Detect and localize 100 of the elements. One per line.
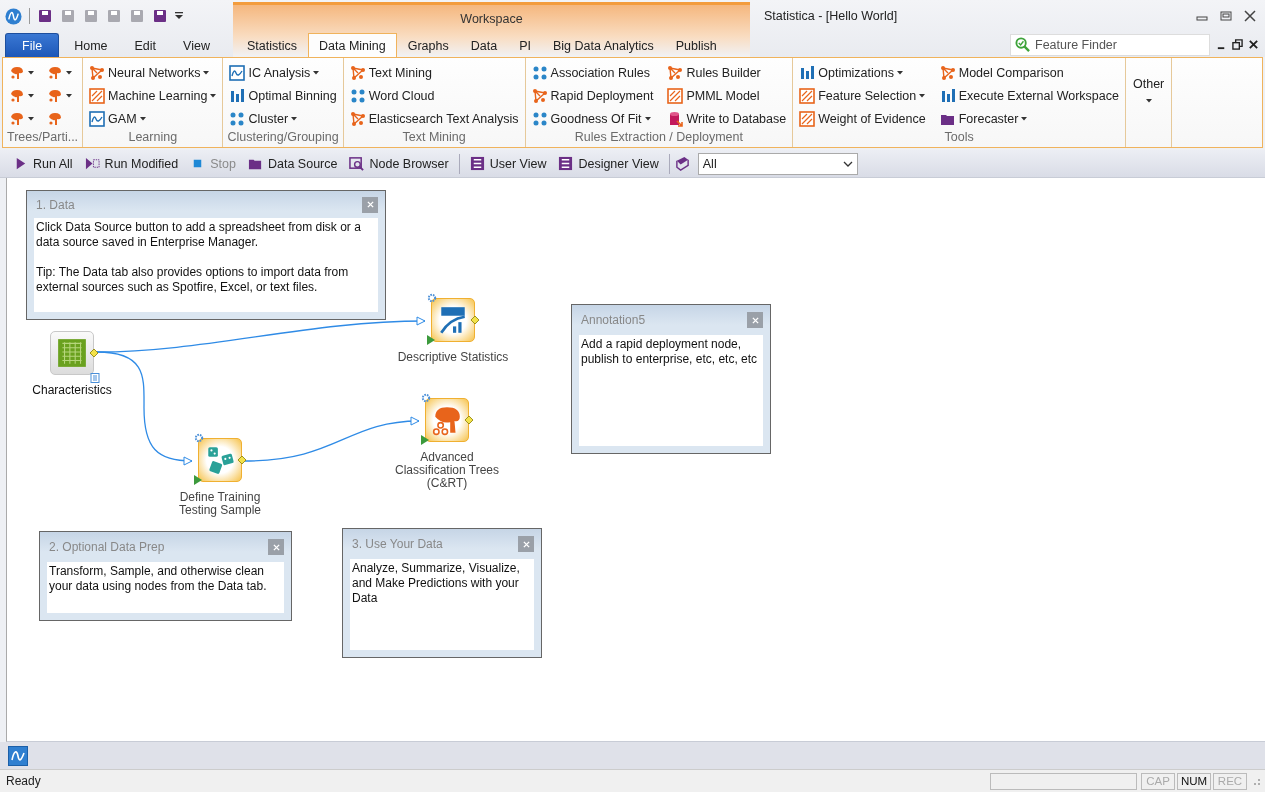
ribbon-tab[interactable]: Publish: [664, 33, 728, 57]
workspace-tab-icon[interactable]: [8, 745, 28, 766]
ribbon-button[interactable]: Rules Builder: [665, 61, 789, 84]
other-menu-button[interactable]: Other: [1130, 77, 1168, 117]
document-icon[interactable]: [90, 373, 100, 383]
annotation-box[interactable]: [26, 190, 386, 320]
dots-icon: [229, 110, 246, 127]
status-text: Ready: [6, 774, 42, 788]
ribbon-button[interactable]: Weight of Evidence: [797, 107, 928, 130]
file-menu-tab[interactable]: File: [5, 33, 60, 57]
play-icon[interactable]: [427, 335, 435, 345]
gear-icon[interactable]: [421, 393, 431, 403]
network-icon: [531, 87, 548, 104]
toolbar-button[interactable]: Designer View: [553, 156, 664, 171]
tree-icon: [431, 404, 463, 436]
tree-icon: [46, 64, 63, 81]
bar-chart-icon: [229, 87, 246, 104]
run-modified-icon: [84, 156, 100, 171]
ribbon-button[interactable]: Association Rules: [529, 61, 656, 84]
annotation-text: Transform, Sample, and otherwise clean your data using nodes from the Data tab.: [49, 564, 268, 594]
output-port-icon[interactable]: [238, 456, 246, 464]
toolbar-button[interactable]: Data Source: [243, 156, 343, 171]
annotation-box[interactable]: 3. Use Your Data Analyze, Summarize, Visualize, and Make Predictions with your Data: [342, 528, 542, 658]
ribbon-button[interactable]: Word Cloud: [347, 84, 521, 107]
ribbon-button[interactable]: Neural Networks: [87, 61, 219, 84]
ribbon-group-label: Rules Extraction / Deployment: [573, 130, 744, 146]
ribbon-tab[interactable]: Home: [59, 33, 120, 57]
ribbon-button[interactable]: Feature Selection: [797, 84, 928, 107]
tree-icon: [9, 87, 25, 104]
close-button[interactable]: [268, 539, 284, 555]
ribbon-button[interactable]: Text Mining: [347, 61, 521, 84]
gear-icon[interactable]: [194, 433, 204, 443]
annotation-title: 1. Data: [35, 197, 75, 212]
contextual-group-label: Workspace: [459, 10, 524, 28]
annotation-text: Analyze, Summarize, Visualize, and Make Predictions with your Data: [352, 561, 521, 606]
key-indicator: CAP: [1141, 772, 1175, 790]
view-filter-dropdown[interactable]: All: [697, 152, 858, 175]
app-logo-icon[interactable]: [5, 7, 22, 25]
hatched-square-icon: [799, 110, 816, 127]
window-title: Statistica - [Hello World]: [763, 9, 899, 23]
feature-finder-field[interactable]: Feature Finder: [1033, 36, 1207, 53]
analysis-node[interactable]: [425, 398, 469, 442]
dots-icon: [531, 110, 548, 127]
ribbon-button[interactable]: Execute External Workspace: [937, 84, 1121, 107]
ribbon-button[interactable]: IC Analysis: [227, 61, 339, 84]
ribbon-tab[interactable]: Graphs: [396, 33, 460, 57]
annotation-box[interactable]: Annotation5 Add a rapid deployment node, publish to enterprise, etc, etc, etc: [571, 304, 771, 454]
toolbar-button[interactable]: User View: [464, 156, 552, 171]
analysis-node[interactable]: [198, 438, 242, 482]
ribbon-button[interactable]: Cluster: [227, 107, 339, 130]
toolbar-button[interactable]: Run All: [8, 156, 78, 171]
ribbon-button[interactable]: GAM: [87, 107, 219, 130]
annotation-text: Click Data Source button to add a spreadsheet from disk or a data source saved in Enterprise Manager.: [36, 220, 362, 250]
database-icon: [667, 110, 684, 127]
close-icon[interactable]: [1248, 39, 1259, 50]
toolbar-button[interactable]: Run Modified: [79, 156, 184, 171]
ribbon-button[interactable]: Rapid Deployment: [529, 84, 656, 107]
dots-icon: [531, 64, 548, 81]
toolbar-button[interactable]: Node Browser: [344, 156, 454, 171]
close-button[interactable]: [518, 536, 534, 552]
hatched-square-icon: [799, 87, 816, 104]
ribbon-button[interactable]: Goodness Of Fit: [529, 107, 656, 130]
ribbon-tab[interactable]: Big Data Analytics: [541, 33, 665, 57]
close-icon: [522, 540, 530, 548]
output-port-icon[interactable]: [465, 416, 473, 424]
ribbon-button[interactable]: Optimizations: [797, 61, 928, 84]
output-port-icon[interactable]: [471, 316, 479, 324]
annotation-box[interactable]: 2. Optional Data Prep Transform, Sample, and otherwise clean your data using nodes from the Data tab.: [39, 531, 292, 621]
output-port-icon[interactable]: [90, 349, 98, 357]
ribbon-button[interactable]: Model Comparison: [937, 61, 1121, 84]
annotation-title: 2. Optional Data Prep: [48, 540, 165, 554]
search-icon: [1015, 37, 1030, 52]
feature-finder-box[interactable]: Feature Finder: [1010, 33, 1210, 56]
ribbon-button[interactable]: Forecaster: [937, 107, 1121, 130]
save-icon[interactable]: [37, 8, 53, 24]
gear-icon[interactable]: [427, 293, 437, 303]
analysis-node[interactable]: [431, 298, 475, 342]
play-icon[interactable]: [194, 475, 202, 485]
ribbon-button[interactable]: Write to Database: [665, 107, 789, 130]
ribbon-tab[interactable]: Data Mining: [308, 33, 397, 57]
resize-grip-icon[interactable]: [1251, 776, 1261, 786]
ribbon-tab[interactable]: Edit: [119, 33, 169, 57]
node-browser-icon: [349, 156, 365, 171]
ribbon-button[interactable]: Machine Learning: [87, 84, 219, 107]
network-icon: [349, 110, 366, 127]
restore-icon[interactable]: [1232, 39, 1243, 50]
close-button[interactable]: [362, 196, 378, 213]
play-icon[interactable]: [421, 435, 429, 445]
ribbon-tab[interactable]: View: [168, 33, 222, 57]
ribbon-button[interactable]: Optimal Binning: [227, 84, 339, 107]
close-icon[interactable]: [1243, 9, 1257, 23]
ribbon-button[interactable]: PMML Model: [665, 84, 789, 107]
ribbon-button[interactable]: Elasticsearch Text Analysis: [347, 107, 521, 130]
ribbon-tab[interactable]: Statistics: [236, 33, 308, 57]
user-view-icon: [469, 156, 485, 171]
close-button[interactable]: [747, 312, 763, 328]
customize-caret-icon[interactable]: [175, 12, 183, 20]
ribbon-tab[interactable]: PI: [508, 33, 542, 57]
ribbon-tab[interactable]: Data: [459, 33, 509, 57]
spreadsheet-node[interactable]: [50, 331, 94, 375]
